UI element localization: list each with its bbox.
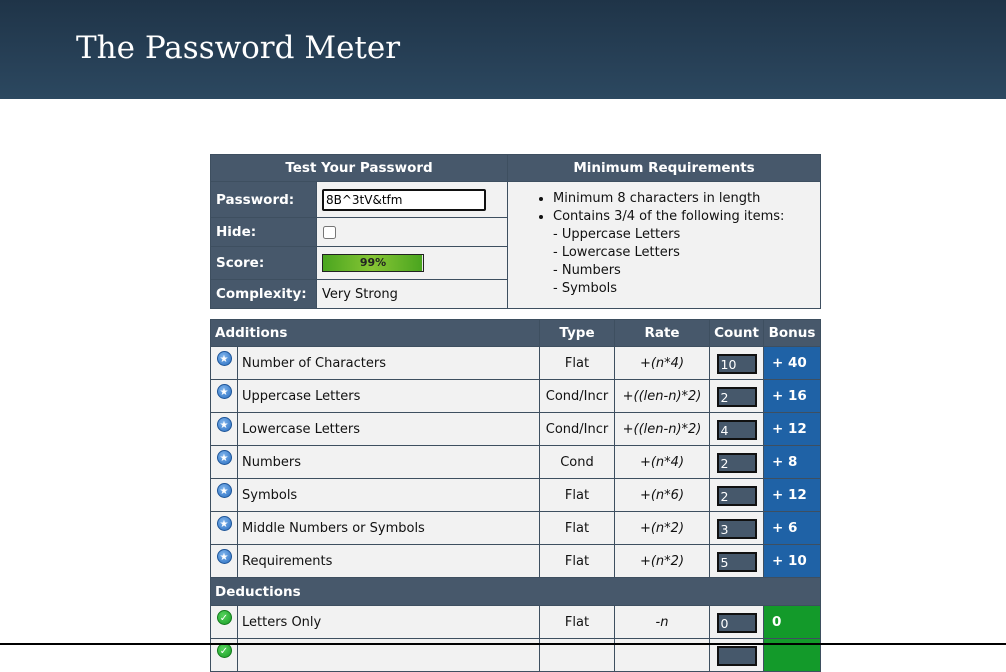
table-row: ★ Lowercase Letters Cond/Incr +((len-n)*…: [210, 412, 821, 446]
requirement-subitem: - Symbols: [553, 281, 618, 296]
type-heading: Type: [539, 319, 615, 347]
password-test-table: Test Your Password Minimum Requirements …: [209, 154, 822, 309]
requirement-subitem: - Numbers: [553, 263, 621, 278]
row-type: Flat: [539, 478, 615, 512]
row-bonus: + 40: [763, 346, 821, 380]
row-count: 2: [716, 387, 757, 407]
row-rate: +(n*2): [614, 511, 710, 545]
score-label: Score:: [210, 246, 317, 280]
row-name: Number of Characters: [237, 346, 540, 380]
bonus-heading: Bonus: [763, 319, 821, 347]
row-rate: +(n*2): [614, 544, 710, 578]
check-icon: ✓: [216, 610, 232, 625]
star-icon: ★: [216, 450, 232, 465]
password-input[interactable]: [322, 188, 486, 211]
password-cell: [315, 181, 509, 218]
site-header: The Password Meter: [0, 0, 1006, 99]
row-type: Flat: [539, 605, 615, 639]
count-heading: Count: [709, 319, 764, 347]
requirement-subitem: - Uppercase Letters: [553, 227, 681, 242]
star-icon: ★: [216, 549, 232, 564]
row-type: Cond/Incr: [539, 379, 615, 413]
row-type: Cond/Incr: [539, 412, 615, 446]
row-count: 0: [716, 613, 757, 633]
table-row: ★ Middle Numbers or Symbols Flat +(n*2) …: [210, 511, 821, 545]
hide-cell: [315, 217, 509, 247]
row-type: Cond: [539, 445, 615, 479]
row-count: 10: [716, 354, 757, 374]
hide-checkbox[interactable]: [323, 225, 336, 239]
row-type: Flat: [539, 346, 615, 380]
row-count: 2: [716, 453, 757, 473]
score-bar: 99%: [322, 254, 424, 272]
additions-table: Additions Type Rate Count Bonus ★ Number…: [210, 319, 821, 672]
row-name: Lowercase Letters: [237, 412, 540, 446]
star-icon: ★: [216, 483, 232, 498]
minimum-requirements-heading: Minimum Requirements: [507, 154, 822, 182]
hide-label: Hide:: [210, 217, 317, 247]
row-rate: +(n*4): [614, 346, 710, 380]
row-rate: +((len-n)*2): [614, 379, 710, 413]
row-name: Symbols: [237, 478, 540, 512]
row-rate: -n: [614, 605, 710, 639]
site-title: The Password Meter: [76, 30, 401, 66]
row-count: 5: [716, 552, 757, 572]
row-type: Flat: [539, 511, 615, 545]
row-rate: +(n*6): [614, 478, 710, 512]
requirement-item: Contains 3/4 of the following items:: [553, 208, 820, 226]
row-name: Middle Numbers or Symbols: [237, 511, 540, 545]
row-name: Requirements: [237, 544, 540, 578]
row-count: 2: [716, 486, 757, 506]
table-row: ✓ Letters Only Flat -n 0 0: [210, 605, 821, 639]
row-count: [716, 646, 757, 666]
requirements-list: Minimum 8 characters in length Contains …: [508, 190, 820, 298]
row-bonus: + 6: [763, 511, 821, 545]
requirements-panel: Minimum 8 characters in length Contains …: [507, 181, 822, 309]
complexity-label: Complexity:: [210, 279, 317, 309]
row-count: 4: [716, 420, 757, 440]
row-type: Flat: [539, 544, 615, 578]
table-row: ★ Numbers Cond +(n*4) 2 + 8: [210, 445, 821, 479]
star-icon: ★: [216, 417, 232, 432]
row-bonus: + 8: [763, 445, 821, 479]
row-rate: +((len-n)*2): [614, 412, 710, 446]
star-icon: ★: [216, 516, 232, 531]
star-icon: ★: [216, 351, 232, 366]
password-label: Password:: [210, 181, 317, 218]
table-row: ★ Uppercase Letters Cond/Incr +((len-n)*…: [210, 379, 821, 413]
row-bonus: + 12: [763, 478, 821, 512]
row-bonus: + 12: [763, 412, 821, 446]
score-cell: 99%: [315, 246, 509, 280]
row-rate: +(n*4): [614, 445, 710, 479]
deductions-heading: Deductions: [210, 577, 821, 606]
table-row: ★ Symbols Flat +(n*6) 2 + 12: [210, 478, 821, 512]
star-icon: ★: [216, 384, 232, 399]
requirement-subitem: - Lowercase Letters: [553, 245, 680, 260]
complexity-value: Very Strong: [315, 279, 509, 309]
row-bonus: 0: [763, 605, 821, 639]
test-password-heading: Test Your Password: [209, 154, 509, 182]
additions-heading: Additions: [210, 319, 540, 347]
row-bonus: + 10: [763, 544, 821, 578]
table-row: ★ Requirements Flat +(n*2) 5 + 10: [210, 544, 821, 578]
score-text: 99%: [359, 256, 387, 269]
check-icon: ✓: [216, 643, 232, 658]
requirement-item: Minimum 8 characters in length: [553, 190, 820, 208]
rate-heading: Rate: [614, 319, 710, 347]
row-bonus: + 16: [763, 379, 821, 413]
row-name: Uppercase Letters: [237, 379, 540, 413]
row-name: Numbers: [237, 445, 540, 479]
row-count: 3: [716, 519, 757, 539]
table-row: ★ Number of Characters Flat +(n*4) 10 + …: [210, 346, 821, 380]
row-name: Letters Only: [237, 605, 540, 639]
